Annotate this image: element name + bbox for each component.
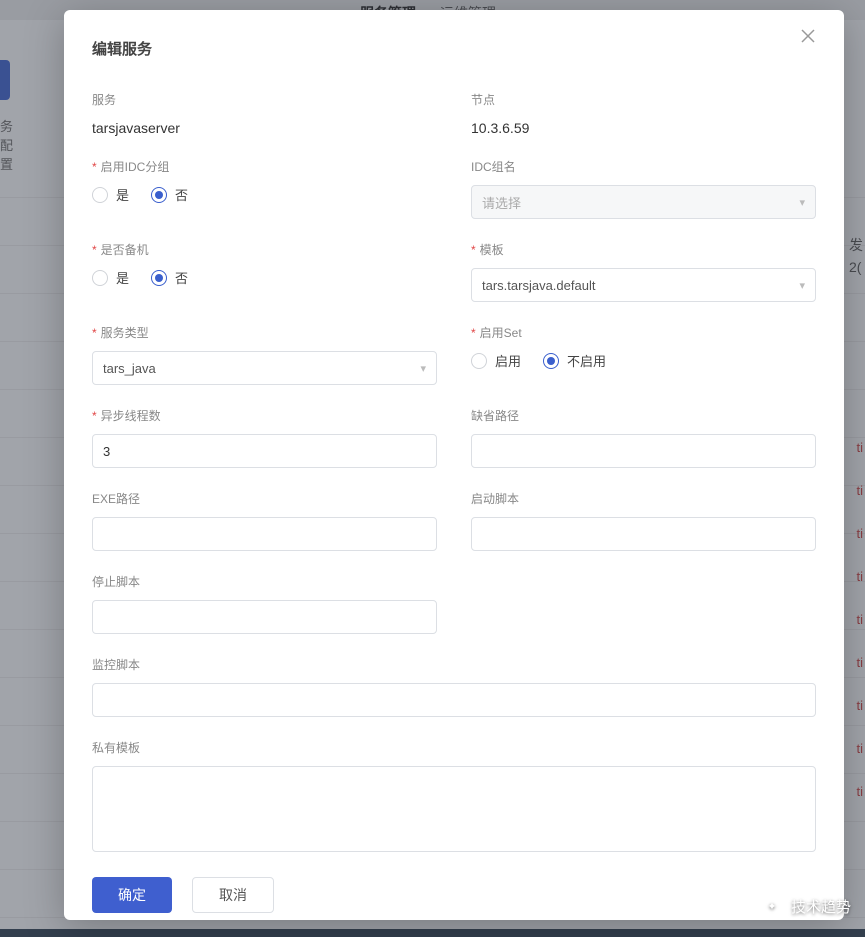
label-node: 节点	[471, 91, 816, 108]
label-is-backup: *是否备机	[92, 241, 437, 258]
label-enable-set: *启用Set	[471, 324, 816, 341]
select-idc-name-text: 请选择	[482, 193, 799, 212]
label-start-script: 启动脚本	[471, 490, 816, 507]
input-async-threads[interactable]	[92, 434, 437, 468]
label-stop-script: 停止脚本	[92, 573, 437, 590]
chevron-down-icon: ▾	[799, 279, 805, 292]
radio-backup-no[interactable]: 否	[151, 268, 188, 287]
input-start-script[interactable]	[471, 517, 816, 551]
radio-backup-yes[interactable]: 是	[92, 268, 129, 287]
label-template: *模板	[471, 241, 816, 258]
label-exe-path: EXE路径	[92, 490, 437, 507]
label-default-path: 缺省路径	[471, 407, 816, 424]
label-private-template: 私有模板	[92, 739, 816, 756]
input-stop-script[interactable]	[92, 600, 437, 634]
label-enable-idc: *启用IDC分组	[92, 158, 437, 175]
input-exe-path[interactable]	[92, 517, 437, 551]
radio-group-enable-set: 启用 不启用	[471, 351, 816, 370]
close-button[interactable]	[800, 28, 824, 52]
radio-idc-no[interactable]: 否	[151, 185, 188, 204]
label-monitor-script: 监控脚本	[92, 656, 816, 673]
label-service-type: *服务类型	[92, 324, 437, 341]
modal-footer: 确定 取消	[92, 877, 816, 913]
select-service-type[interactable]: tars_java ▾	[92, 351, 437, 385]
watermark-text: 技术趋势	[791, 896, 851, 917]
select-template[interactable]: tars.tarsjava.default ▾	[471, 268, 816, 302]
confirm-button[interactable]: 确定	[92, 877, 172, 913]
select-service-type-text: tars_java	[103, 361, 420, 376]
textarea-private-template[interactable]	[92, 766, 816, 852]
chevron-down-icon: ▾	[420, 362, 426, 375]
select-idc-name[interactable]: 请选择 ▾	[471, 185, 816, 219]
radio-set-enable[interactable]: 启用	[471, 351, 521, 370]
value-service: tarsjavaserver	[92, 118, 437, 136]
chevron-down-icon: ▾	[799, 196, 805, 209]
input-monitor-script[interactable]	[92, 683, 816, 717]
radio-group-enable-idc: 是 否	[92, 185, 437, 204]
label-async-threads: *异步线程数	[92, 407, 437, 424]
select-template-text: tars.tarsjava.default	[482, 278, 799, 293]
watermark: ✦ 技术趋势	[761, 895, 851, 917]
edit-service-modal: 编辑服务 服务 tarsjavaserver 节点 10.3.6.59 *启用I…	[64, 10, 844, 920]
cancel-button[interactable]: 取消	[192, 877, 274, 913]
label-service: 服务	[92, 91, 437, 108]
radio-group-is-backup: 是 否	[92, 268, 437, 287]
radio-set-disable[interactable]: 不启用	[543, 351, 606, 370]
modal-title: 编辑服务	[92, 38, 816, 59]
label-idc-name: IDC组名	[471, 158, 816, 175]
wechat-icon: ✦	[761, 895, 783, 917]
radio-idc-yes[interactable]: 是	[92, 185, 129, 204]
input-default-path[interactable]	[471, 434, 816, 468]
close-icon	[800, 28, 816, 44]
value-node: 10.3.6.59	[471, 118, 816, 136]
